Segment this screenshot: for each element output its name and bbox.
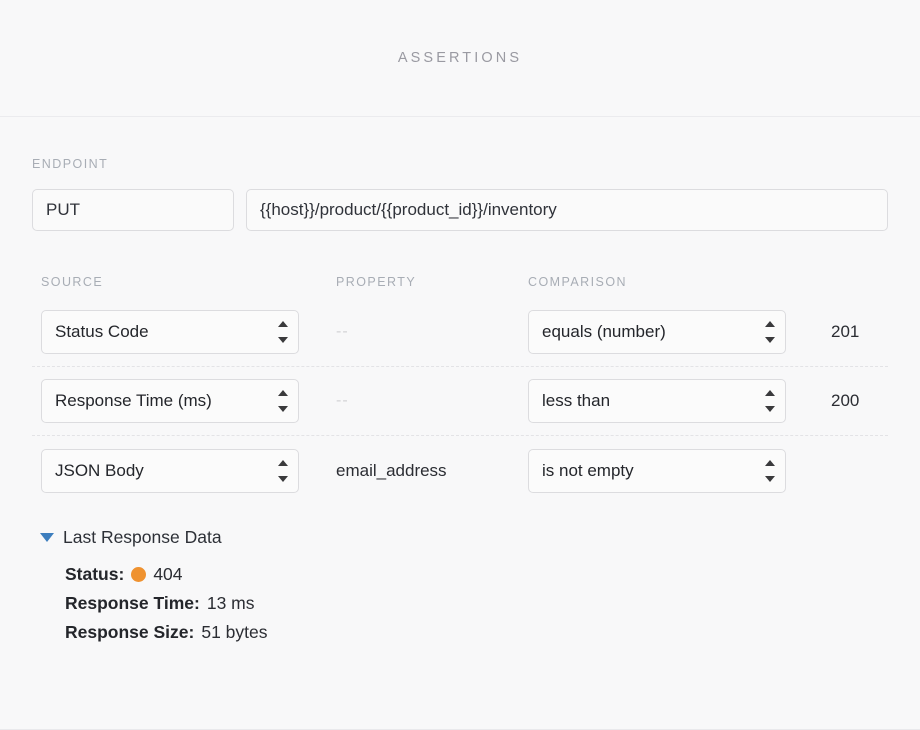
stepper-arrows-icon (764, 321, 775, 343)
stepper-arrows-icon (277, 459, 288, 482)
assertion-value: 200 (831, 391, 860, 410)
chevron-down-icon (40, 533, 54, 542)
property-placeholder: -- (336, 392, 349, 409)
assertions-column-headers: SOURCE PROPERTY COMPARISON (32, 275, 888, 298)
response-time-line: Response Time: 13 ms (65, 593, 888, 613)
comparison-select-label: is not empty (542, 460, 634, 480)
assertion-source-cell: Status Code (32, 310, 336, 354)
assertion-comparison-cell: equals (number) (528, 310, 794, 354)
assertion-source-cell: JSON Body (32, 448, 336, 493)
table-row: Status Code -- equals (number) 201 (32, 298, 888, 367)
url-value: {{host}}/product/{{product_id}}/inventor… (260, 200, 557, 219)
table-row: Response Time (ms) -- less than 200 (32, 367, 888, 436)
assertion-source-cell: Response Time (ms) (32, 379, 336, 423)
stepper-arrows-icon (764, 390, 775, 412)
assertion-property-cell: -- (336, 323, 528, 341)
status-badge-icon (131, 566, 147, 582)
comparison-select[interactable]: less than (528, 379, 786, 423)
assertions-panel: ASSERTIONS ENDPOINT PUT {{host}}/product… (0, 0, 920, 730)
source-select[interactable]: Response Time (ms) (41, 379, 299, 423)
column-header-source: SOURCE (41, 275, 104, 289)
stepper-arrows-icon (277, 321, 288, 343)
source-select[interactable]: JSON Body (41, 448, 299, 493)
assertion-value-cell[interactable]: 201 (794, 322, 888, 342)
assertion-property-cell: -- (336, 392, 528, 410)
column-header-comparison: COMPARISON (528, 275, 627, 289)
source-select-label: Status Code (55, 322, 149, 341)
last-response-title: Last Response Data (63, 527, 222, 547)
status-line: Status: 404 (65, 564, 888, 584)
endpoint-label: ENDPOINT (32, 157, 109, 171)
source-select-label: JSON Body (55, 460, 144, 480)
response-time-label: Response Time: (65, 593, 200, 614)
url-field[interactable]: {{host}}/product/{{product_id}}/inventor… (246, 189, 888, 231)
table-row: JSON Body email_address is not empty (32, 436, 888, 505)
panel-header: ASSERTIONS (0, 0, 920, 117)
last-response-toggle[interactable]: Last Response Data (32, 527, 888, 548)
stepper-arrows-icon (277, 390, 288, 412)
last-response-details: Status: 404 Response Time: 13 ms Respons… (32, 564, 888, 642)
assertion-comparison-cell: less than (528, 379, 794, 423)
assertion-value-cell[interactable]: 200 (794, 391, 888, 411)
page-title: ASSERTIONS (397, 50, 523, 66)
comparison-select-label: equals (number) (542, 322, 666, 341)
last-response-section: Last Response Data Status: 404 Response … (32, 527, 888, 642)
status-value: 404 (153, 564, 183, 584)
response-size-value: 51 bytes (201, 622, 268, 643)
column-header-property: PROPERTY (336, 275, 417, 289)
method-field[interactable]: PUT (32, 189, 234, 231)
stepper-arrows-icon (764, 459, 775, 482)
assertions-list: Status Code -- equals (number) 201 Respo… (32, 298, 888, 505)
endpoint-section: ENDPOINT PUT {{host}}/product/{{product_… (32, 117, 888, 231)
source-select-label: Response Time (ms) (55, 391, 212, 410)
endpoint-row: PUT {{host}}/product/{{product_id}}/inve… (32, 189, 888, 231)
response-size-label: Response Size: (65, 622, 195, 643)
response-time-value: 13 ms (206, 593, 255, 614)
response-size-line: Response Size: 51 bytes (65, 622, 888, 642)
comparison-select[interactable]: is not empty (528, 448, 786, 493)
panel-body: ENDPOINT PUT {{host}}/product/{{product_… (0, 117, 920, 642)
assertion-value: 201 (831, 322, 860, 341)
comparison-select[interactable]: equals (number) (528, 310, 786, 354)
property-value: email_address (336, 460, 447, 480)
assertion-property-cell[interactable]: email_address (336, 461, 528, 481)
source-select[interactable]: Status Code (41, 310, 299, 354)
method-value: PUT (46, 200, 80, 219)
assertion-comparison-cell: is not empty (528, 448, 794, 493)
property-placeholder: -- (336, 323, 349, 340)
status-label: Status: (65, 564, 125, 584)
comparison-select-label: less than (542, 391, 611, 410)
